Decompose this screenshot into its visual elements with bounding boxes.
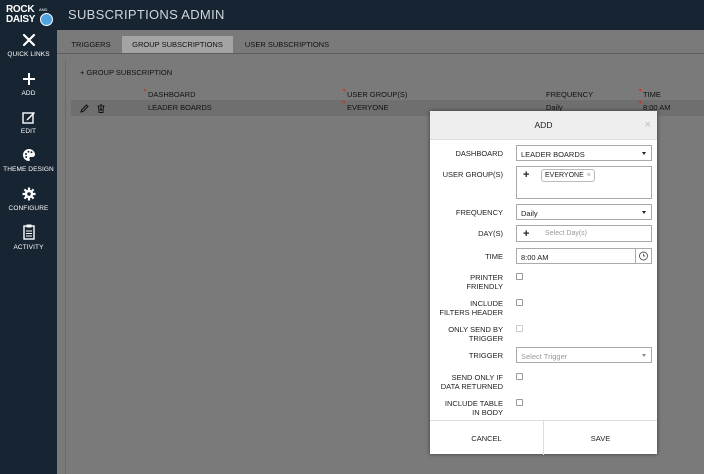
dashboard-select[interactable]: LEADER BOARDS: [516, 145, 652, 161]
column-marker: [342, 89, 345, 92]
save-button-label: SAVE: [590, 434, 611, 443]
sidebar-item-theme-design[interactable]: THEME DESIGN: [0, 148, 57, 173]
send-only-if-data-returned-checkbox[interactable]: [516, 373, 523, 380]
chevron-down-icon: [642, 211, 646, 214]
sidebar-item-activity[interactable]: ACTIVITY: [0, 224, 57, 251]
user-groups-multiselect[interactable]: + EVERYONE ×: [516, 166, 652, 199]
chevron-down-icon: [642, 354, 646, 357]
modal-header: ADD ×: [430, 111, 657, 140]
dashboard-select-value: LEADER BOARDS: [521, 150, 585, 159]
modal-footer: CANCEL SAVE: [430, 420, 657, 455]
column-header-frequency[interactable]: FREQUENCY: [546, 90, 593, 99]
add-day-icon[interactable]: +: [523, 228, 529, 240]
cancel-button-label: CANCEL: [471, 434, 502, 443]
cancel-button[interactable]: CANCEL: [430, 421, 543, 455]
logo-text-and: AND: [39, 7, 48, 12]
tab-user-subscriptions[interactable]: USER SUBSCRIPTIONS: [237, 36, 337, 53]
time-label: TIME: [485, 252, 503, 261]
days-placeholder: Select Day(s): [545, 230, 588, 237]
user-group-chip: EVERYONE ×: [541, 169, 595, 182]
sidebar-item-label: EDIT: [20, 128, 37, 135]
tab-group-subscriptions[interactable]: GROUP SUBSCRIPTIONS: [122, 36, 233, 53]
add-user-group-icon[interactable]: +: [523, 169, 529, 181]
cell-marker: [342, 101, 345, 104]
sidebar: ROCK AND DAISY QUICK LINKS ADD EDIT THEM…: [0, 0, 57, 474]
column-marker: [143, 89, 146, 92]
sidebar-item-label: THEME DESIGN: [3, 166, 54, 173]
tab-divider: [57, 53, 704, 54]
rock-and-daisy-logo[interactable]: ROCK AND DAISY: [4, 2, 54, 28]
add-subscription-modal: ADD × DASHBOARD LEADER BOARDS USER GROUP…: [430, 111, 657, 455]
plus-icon: [22, 73, 35, 85]
chevron-down-icon: [642, 152, 646, 155]
clock-button[interactable]: [635, 248, 652, 264]
close-icon[interactable]: ×: [645, 120, 651, 131]
printer-friendly-checkbox[interactable]: [516, 273, 523, 280]
sidebar-item-label: ADD: [21, 90, 36, 97]
dashboard-label: DASHBOARD: [455, 149, 503, 158]
remove-chip-icon[interactable]: ×: [587, 172, 591, 179]
only-send-by-trigger-checkbox[interactable]: [516, 325, 523, 332]
cell-marker: [638, 101, 641, 104]
chip-label: EVERYONE: [545, 172, 584, 179]
sidebar-item-label: QUICK LINKS: [7, 51, 50, 58]
sidebar-item-label: CONFIGURE: [8, 205, 49, 212]
include-filters-header-checkbox[interactable]: [516, 299, 523, 306]
top-header: SUBSCRIPTIONS ADMIN: [57, 0, 704, 30]
include-table-in-body-checkbox[interactable]: [516, 399, 523, 406]
pencil-square-icon: [21, 112, 35, 124]
edit-pencil-icon[interactable]: [80, 104, 89, 115]
palette-icon: [22, 149, 35, 161]
frequency-select[interactable]: Daily: [516, 204, 652, 220]
sidebar-item-edit[interactable]: EDIT: [0, 110, 57, 135]
clipboard-icon: [22, 224, 35, 240]
include-table-in-body-label: INCLUDE TABLE IN BODY: [444, 399, 503, 417]
column-header-user-groups[interactable]: USER GROUP(S): [347, 90, 407, 99]
page-title: SUBSCRIPTIONS ADMIN: [68, 7, 225, 22]
tab-label: GROUP SUBSCRIPTIONS: [132, 40, 223, 49]
frequency-label: FREQUENCY: [455, 208, 503, 217]
tab-label: TRIGGERS: [71, 40, 111, 49]
table-cell-user-groups: EVERYONE: [347, 103, 389, 112]
delete-trash-icon[interactable]: [97, 104, 105, 115]
wrench-screwdriver-icon: [22, 33, 35, 47]
tab-label: USER SUBSCRIPTIONS: [244, 40, 330, 49]
modal-title: ADD: [534, 120, 553, 130]
add-group-subscription-button[interactable]: + GROUP SUBSCRIPTION: [80, 68, 172, 77]
sidebar-item-label: ACTIVITY: [13, 244, 44, 251]
column-header-time[interactable]: TIME: [643, 90, 661, 99]
sidebar-item-configure[interactable]: CONFIGURE: [0, 187, 57, 212]
days-label: DAY(S): [478, 229, 503, 238]
column-marker: [638, 89, 641, 92]
time-input[interactable]: 8:00 AM: [516, 248, 636, 264]
gear-icon: [22, 187, 35, 201]
trigger-select-placeholder: Select Trigger: [521, 352, 568, 361]
logo-circle-icon: [40, 13, 53, 26]
logo-text-line2: DAISY: [6, 14, 36, 25]
days-multiselect[interactable]: + Select Day(s): [516, 225, 652, 242]
tab-triggers[interactable]: TRIGGERS: [65, 36, 117, 53]
clock-icon: [639, 251, 648, 261]
trigger-select[interactable]: Select Trigger: [516, 347, 652, 363]
save-button[interactable]: SAVE: [544, 421, 657, 455]
send-only-if-data-returned-label: SEND ONLY IF DATA RETURNED: [440, 373, 503, 391]
sidebar-item-add[interactable]: ADD: [0, 72, 57, 97]
user-groups-label: USER GROUP(S): [442, 170, 503, 179]
trigger-label: TRIGGER: [468, 351, 503, 360]
include-filters-header-label: INCLUDE FILTERS HEADER: [439, 299, 503, 317]
printer-friendly-label: PRINTER FRIENDLY: [466, 273, 503, 291]
frequency-select-value: Daily: [521, 209, 538, 218]
only-send-by-trigger-label: ONLY SEND BY TRIGGER: [448, 325, 503, 343]
table-cell-dashboard: LEADER BOARDS: [148, 103, 212, 112]
column-header-dashboard[interactable]: DASHBOARD: [148, 90, 196, 99]
sidebar-item-quick-links[interactable]: QUICK LINKS: [0, 33, 57, 58]
time-input-value: 8:00 AM: [521, 253, 549, 262]
